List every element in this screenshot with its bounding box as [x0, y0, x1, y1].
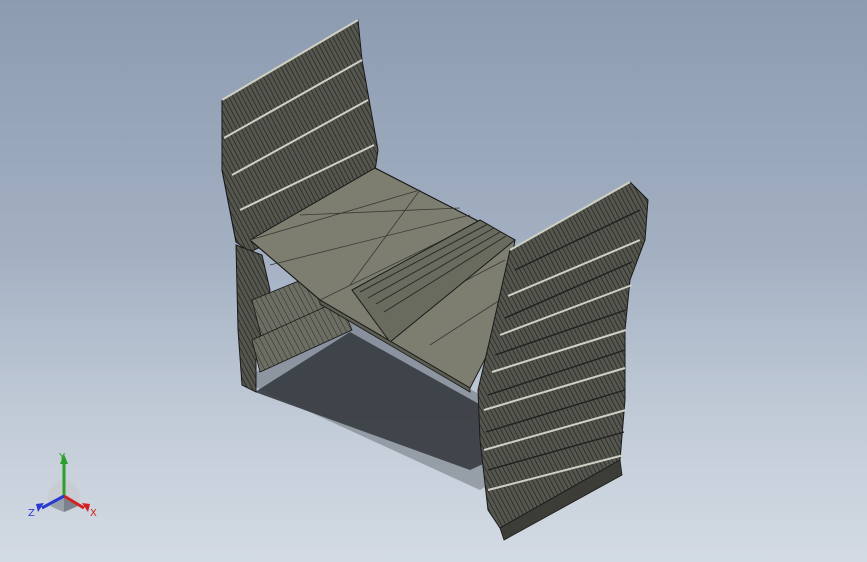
x-axis-label: X [90, 508, 97, 519]
reference-triad: Y X Z [28, 452, 97, 519]
y-axis-label: Y [58, 452, 66, 463]
graphics-viewport[interactable]: Y X Z [0, 0, 867, 562]
z-axis-label: Z [28, 508, 35, 519]
3d-model-view[interactable] [0, 0, 867, 562]
